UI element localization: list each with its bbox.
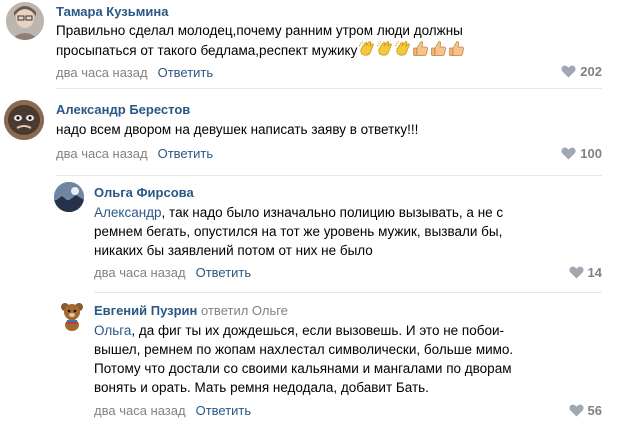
comment-timestamp[interactable]: два часа назад bbox=[56, 146, 148, 161]
reply-button[interactable]: Ответить bbox=[196, 403, 252, 418]
avatar[interactable] bbox=[56, 300, 88, 332]
avatar[interactable] bbox=[6, 2, 44, 40]
comment-author[interactable]: Тамара Кузьмина bbox=[56, 4, 168, 19]
comment-timestamp[interactable]: два часа назад bbox=[94, 265, 186, 280]
like-button[interactable]: 56 bbox=[568, 403, 602, 418]
user-photo-icon bbox=[54, 182, 84, 212]
like-button[interactable]: 100 bbox=[561, 146, 602, 161]
thumbs-up-icon bbox=[412, 40, 429, 62]
comment-timestamp[interactable]: два часа назад bbox=[94, 403, 186, 418]
comment: Тамара Кузьмина Правильно сделал молодец… bbox=[0, 0, 620, 89]
comment-text-line: Правильно сделал молодец,почему ранним у… bbox=[56, 23, 463, 38]
like-button[interactable]: 14 bbox=[568, 265, 602, 280]
heart-icon bbox=[568, 404, 584, 417]
divider bbox=[56, 88, 602, 89]
clapping-hands-icon bbox=[394, 40, 411, 62]
reply-button[interactable]: Ответить bbox=[196, 265, 252, 280]
comment-timestamp[interactable]: два часа назад bbox=[56, 65, 148, 80]
comment: Александр Берестов надо всем двором на д… bbox=[0, 96, 620, 176]
comment-text-line: Александр, так надо было изначально поли… bbox=[94, 203, 503, 222]
comment-text-line: вонять и орать. Мать ремня недодала, доб… bbox=[94, 380, 429, 395]
comment-meta: два часа назад Ответить bbox=[94, 265, 251, 280]
comment-text-line: Ольга, да фиг ты их дождешься, если вызо… bbox=[94, 321, 513, 340]
user-photo-icon bbox=[4, 100, 44, 140]
comment-text-line: ремнем бегать, опустился на тот же урове… bbox=[94, 224, 503, 239]
comment-text: Ольга, да фиг ты их дождешься, если вызо… bbox=[94, 321, 513, 397]
heart-icon bbox=[561, 65, 576, 78]
heart-icon bbox=[568, 266, 584, 279]
like-button[interactable]: 202 bbox=[561, 64, 602, 79]
bear-icon bbox=[61, 303, 83, 331]
like-count: 56 bbox=[587, 403, 602, 418]
thumbs-up-icon bbox=[430, 40, 447, 62]
avatar[interactable] bbox=[54, 182, 84, 212]
emoji-row bbox=[357, 40, 465, 58]
comment: Ольга Фирсова Александр, так надо было и… bbox=[0, 176, 620, 293]
comment-text-line: просыпаться от такого бедлама,респект му… bbox=[56, 40, 465, 62]
clapping-hands-icon bbox=[376, 40, 393, 62]
like-count: 100 bbox=[580, 146, 602, 161]
comment-author: Евгений Пузрин ответил Ольге bbox=[94, 303, 288, 318]
user-photo-icon bbox=[6, 2, 44, 40]
comment-meta: два часа назад Ответить bbox=[94, 403, 251, 418]
comment-text-line: Потому что достали со своими кальянами и… bbox=[94, 361, 512, 376]
avatar[interactable] bbox=[4, 100, 44, 140]
comment: Евгений Пузрин ответил Ольге Ольга, да ф… bbox=[0, 292, 620, 428]
thumbs-up-icon bbox=[448, 40, 465, 62]
comment-meta: два часа назад Ответить bbox=[56, 65, 213, 80]
comment-text-fragment: просыпаться от такого бедлама,респект му… bbox=[56, 43, 358, 58]
replied-to[interactable]: ответил Ольге bbox=[201, 303, 288, 318]
reply-button[interactable]: Ответить bbox=[158, 146, 214, 161]
reply-button[interactable]: Ответить bbox=[158, 65, 214, 80]
comment-author[interactable]: Александр Берестов bbox=[56, 102, 190, 117]
mention-link[interactable]: Александр bbox=[94, 205, 162, 220]
comment-text: Александр, так надо было изначально поли… bbox=[94, 203, 503, 260]
comment-text-fragment: , так надо было изначально полицию вызыв… bbox=[161, 205, 504, 220]
mention-link[interactable]: Ольга bbox=[94, 323, 131, 338]
comment-text-line: вышел, ремнем по жопам нахлестал символи… bbox=[94, 342, 514, 357]
comment-text-line: надо всем двором на девушек написать зая… bbox=[56, 122, 419, 137]
comment-text: надо всем двором на девушек написать зая… bbox=[56, 120, 418, 139]
clapping-hands-icon bbox=[358, 40, 375, 62]
comment-text: Правильно сделал молодец,почему ранним у… bbox=[56, 21, 465, 62]
like-count: 14 bbox=[587, 265, 602, 280]
comment-meta: два часа назад Ответить bbox=[56, 146, 213, 161]
comment-text-fragment: , да фиг ты их дождешься, если вызовешь.… bbox=[131, 323, 505, 338]
comment-text-line: никаких бы заявлений потом от них не был… bbox=[94, 243, 373, 258]
comment-author-link[interactable]: Евгений Пузрин bbox=[94, 303, 197, 318]
like-count: 202 bbox=[580, 64, 602, 79]
heart-icon bbox=[561, 147, 576, 160]
comment-author[interactable]: Ольга Фирсова bbox=[94, 185, 194, 200]
